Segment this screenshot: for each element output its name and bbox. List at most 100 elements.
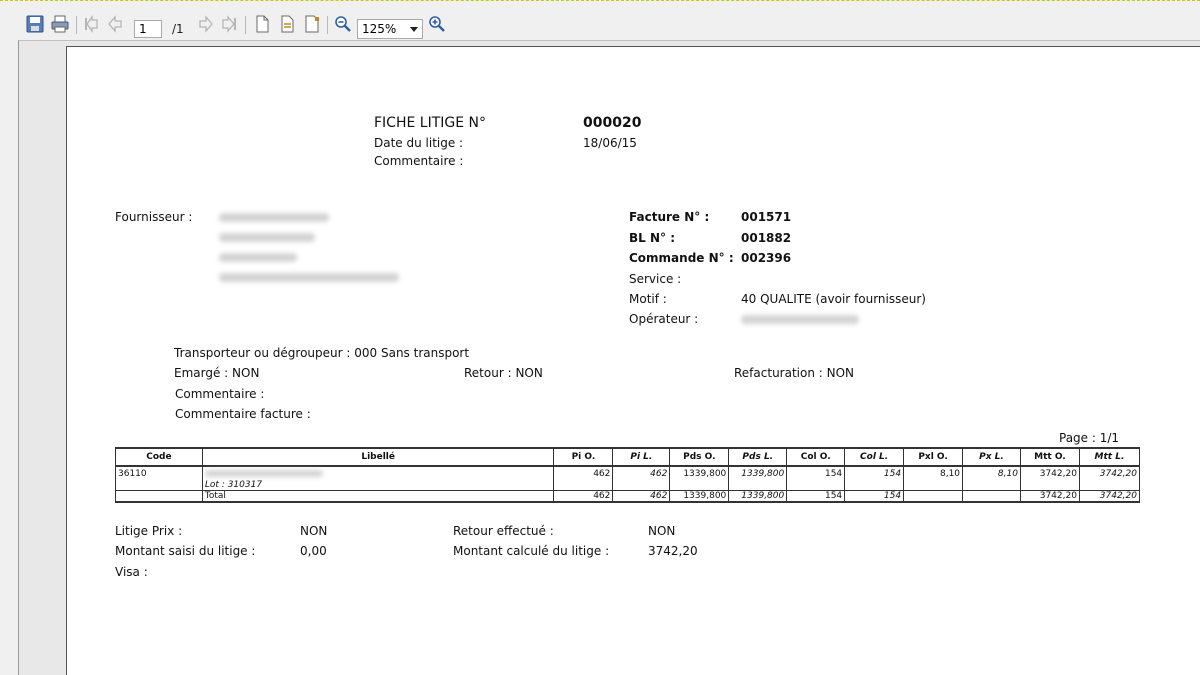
bl-value: 001882 xyxy=(741,231,792,245)
montant-calcule-value: 3742,20 xyxy=(648,544,698,558)
transporteur-text: Transporteur ou dégroupeur : 000 Sans tr… xyxy=(174,346,470,360)
service-label: Service : xyxy=(629,272,682,286)
facture-value: 001571 xyxy=(741,210,792,224)
col-mtt-l-header: Mtt L. xyxy=(1078,447,1141,467)
row-mtt-l: 3742,20 xyxy=(1078,466,1141,491)
toolbar-separator xyxy=(327,16,328,34)
actual-size-button[interactable] xyxy=(301,14,323,34)
row-col-l: 154 xyxy=(844,466,905,491)
transport-comment-label: Commentaire : xyxy=(175,387,265,401)
total-mtt-o: 3742,20 xyxy=(1019,490,1080,503)
invoice-comment-label: Commentaire facture : xyxy=(175,407,311,421)
col-pi-o-header: Pi O. xyxy=(553,447,614,467)
commande-value: 002396 xyxy=(741,251,792,265)
total-pi-l: 462 xyxy=(612,490,671,503)
motif-label: Motif : xyxy=(629,292,667,306)
montant-saisi-label: Montant saisi du litige : xyxy=(115,544,256,558)
top-dashed-border xyxy=(0,0,1200,1)
col-col-l-header: Col L. xyxy=(844,447,905,467)
zoom-select[interactable]: 125% xyxy=(357,19,423,39)
row-pi-o: 462 xyxy=(553,466,614,491)
document-title: FICHE LITIGE N° xyxy=(374,115,487,131)
page-width-icon xyxy=(281,15,294,33)
col-code-header: Code xyxy=(115,447,203,467)
commande-label: Commande N° : xyxy=(629,251,734,265)
table-total-row: Total 462 462 1339,800 1339,800 154 154 … xyxy=(115,490,1141,503)
supplier-country-redacted xyxy=(219,273,399,282)
arrow-left-icon xyxy=(108,15,122,33)
supplier-label: Fournisseur : xyxy=(115,210,193,224)
chevron-down-icon xyxy=(410,27,418,32)
visa-label: Visa : xyxy=(115,565,148,579)
montant-saisi-value: 0,00 xyxy=(300,544,327,558)
printer-icon xyxy=(51,15,69,33)
bl-label: BL N° : xyxy=(629,231,675,245)
last-page-icon xyxy=(222,15,236,33)
row-pds-l: 1339,800 xyxy=(728,466,788,491)
total-label: Total xyxy=(201,490,555,503)
col-pds-o-header: Pds O. xyxy=(669,447,730,467)
row-col-o: 154 xyxy=(786,466,846,491)
row-pxl-o: 8,10 xyxy=(903,466,964,491)
emarge-text: Emargé : NON xyxy=(174,366,260,380)
refacturation-text: Refacturation : NON xyxy=(734,366,855,380)
zoom-out-icon xyxy=(335,16,351,32)
operateur-label: Opérateur : xyxy=(629,312,699,326)
toolbar-separator xyxy=(245,16,246,34)
facture-label: Facture N° : xyxy=(629,210,710,224)
total-col-l: 154 xyxy=(844,490,905,503)
zoom-out-button[interactable] xyxy=(332,14,354,34)
row-mtt-o: 3742,20 xyxy=(1019,466,1080,491)
page-actual-size-icon xyxy=(305,15,319,33)
row-px-l: 8,10 xyxy=(962,466,1021,491)
row-pds-o: 1339,800 xyxy=(669,466,730,491)
supplier-name-redacted xyxy=(219,213,329,222)
retour-effectue-label: Retour effectué : xyxy=(453,524,554,538)
motif-value: 40 QUALITE (avoir fournisseur) xyxy=(741,292,926,306)
retour-text: Retour : NON xyxy=(464,366,543,380)
zoom-in-icon xyxy=(429,16,445,32)
previous-page-button[interactable] xyxy=(104,14,126,34)
row-lot: Lot : 310317 xyxy=(204,480,263,490)
date-label: Date du litige : xyxy=(374,136,464,150)
zoom-in-button[interactable] xyxy=(426,14,448,34)
date-value: 18/06/15 xyxy=(583,136,637,150)
arrow-right-icon xyxy=(199,15,213,33)
product-label-redacted xyxy=(204,470,323,477)
col-px-l-header: Px L. xyxy=(962,447,1021,467)
total-mtt-l: 3742,20 xyxy=(1078,490,1141,503)
table-header-row: Code Libellé Pi O. Pi L. Pds O. Pds L. C… xyxy=(115,447,1141,467)
litige-number: 000020 xyxy=(583,115,642,131)
fit-width-button[interactable] xyxy=(276,14,298,34)
fit-page-button[interactable] xyxy=(251,14,273,34)
next-page-button[interactable] xyxy=(195,14,217,34)
document-page: FICHE LITIGE N° 000020 Date du litige : … xyxy=(66,46,1200,675)
print-button[interactable] xyxy=(49,14,71,34)
col-pi-l-header: Pi L. xyxy=(612,447,671,467)
floppy-disk-icon xyxy=(26,15,44,33)
page-icon xyxy=(256,15,269,33)
page-number-input[interactable] xyxy=(134,20,162,38)
toolbar-separator xyxy=(76,16,77,34)
total-pds-o: 1339,800 xyxy=(669,490,730,503)
retour-effectue-value: NON xyxy=(648,524,676,538)
total-col-o: 154 xyxy=(786,490,846,503)
operateur-name-redacted xyxy=(741,315,859,324)
litige-prix-label: Litige Prix : xyxy=(115,524,183,538)
comment-label: Commentaire : xyxy=(374,154,464,168)
save-button[interactable] xyxy=(24,14,46,34)
row-code: 36110 xyxy=(115,466,203,491)
supplier-address-redacted xyxy=(219,233,315,242)
last-page-button[interactable] xyxy=(219,14,241,34)
lines-table: Code Libellé Pi O. Pi L. Pds O. Pds L. C… xyxy=(115,447,1141,503)
pdf-toolbar: /1 125% xyxy=(0,6,1200,39)
col-col-o-header: Col O. xyxy=(786,447,846,467)
total-pds-l: 1339,800 xyxy=(728,490,788,503)
page-total-label: /1 xyxy=(172,22,184,36)
first-page-button[interactable] xyxy=(80,14,102,34)
montant-calcule-label: Montant calculé du litige : xyxy=(453,544,610,558)
col-pxl-o-header: Pxl O. xyxy=(903,447,964,467)
supplier-city-redacted xyxy=(219,253,297,262)
total-pi-o: 462 xyxy=(553,490,614,503)
page-indicator: Page : 1/1 xyxy=(1059,431,1120,445)
